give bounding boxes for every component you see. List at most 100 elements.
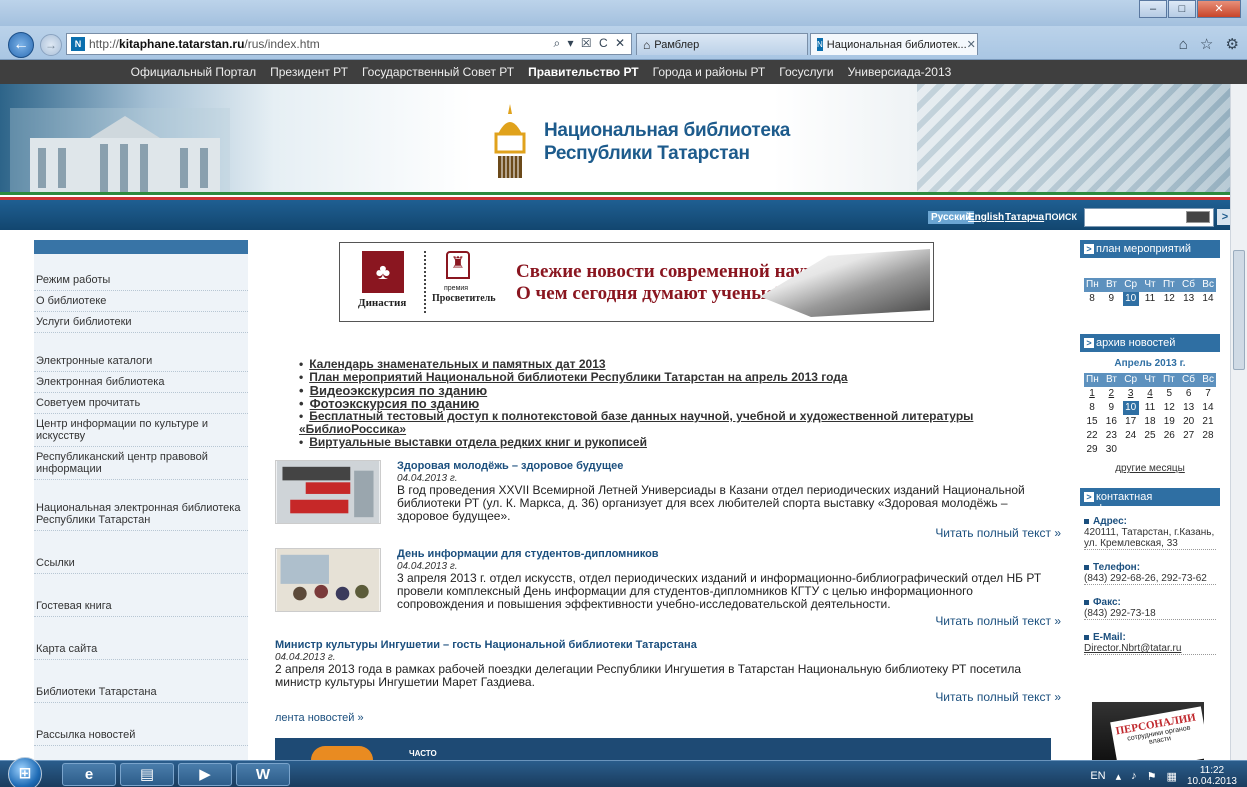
- sidebar-item-catalogs[interactable]: Электронные каталоги: [34, 351, 248, 372]
- promo-banner[interactable]: ♣ Династия ♜ премия Просветитель Свежие …: [339, 242, 934, 322]
- faq-banner[interactable]: ЧАСТО: [275, 738, 1051, 760]
- weekday-label: Пн: [1086, 279, 1099, 290]
- volume-icon[interactable]: ♪: [1131, 770, 1137, 782]
- sidebar-item-legal-center[interactable]: Республиканский центр правовой информаци…: [34, 447, 248, 480]
- sidebar-item-culture-center[interactable]: Центр информации по культуре и искусству: [34, 414, 248, 447]
- file-explorer-taskbar-icon[interactable]: ▤: [120, 763, 174, 786]
- forward-button[interactable]: →: [40, 34, 62, 56]
- link-virtual-exhibitions[interactable]: Виртуальные выставки отдела редких книг …: [299, 436, 1065, 449]
- personalities-banner[interactable]: ПЕРСОНАЛИИ сотрудники органов власти: [1092, 702, 1204, 760]
- back-button[interactable]: ←: [8, 32, 34, 58]
- news-feed-link[interactable]: лента новостей »: [275, 712, 364, 724]
- calendar-day[interactable]: 13: [1181, 292, 1197, 306]
- events-plan-header[interactable]: план мероприятий: [1080, 240, 1220, 258]
- tab-rambler[interactable]: ⌂ Рамблер: [636, 33, 808, 55]
- calendar-day[interactable]: 14: [1200, 292, 1216, 306]
- start-button[interactable]: ⊞: [8, 757, 42, 787]
- sidebar-item-about[interactable]: О библиотеке: [34, 291, 248, 312]
- action-center-icon[interactable]: ⚑: [1147, 770, 1157, 783]
- sidebar-item-guestbook[interactable]: Гостевая книга: [34, 596, 248, 617]
- nav-cities-districts[interactable]: Города и районы РТ: [646, 60, 773, 84]
- sidebar-item-services[interactable]: Услуги библиотеки: [34, 312, 248, 333]
- address-bar-tools[interactable]: ⌕ ▾ ☒ C ✕: [553, 36, 627, 51]
- nav-gosuslugi[interactable]: Госуслуги: [772, 60, 840, 84]
- news-text: В год проведения XXVII Всемирной Летней …: [397, 483, 1025, 523]
- nav-government[interactable]: Правительство РТ: [521, 60, 646, 84]
- email-link[interactable]: Director.Nbrt@tatar.ru: [1084, 643, 1216, 655]
- link-biblio-rossica[interactable]: Бесплатный тестовый доступ к полнотексто…: [299, 410, 1065, 436]
- contacts-header[interactable]: контактная информация: [1080, 488, 1220, 515]
- close-window-button[interactable]: ✕: [1197, 0, 1241, 18]
- read-more-link[interactable]: Читать полный текст »: [935, 690, 1061, 704]
- minimize-button[interactable]: –: [1139, 0, 1167, 18]
- sidebar-item-sitemap[interactable]: Карта сайта: [34, 639, 248, 660]
- contact-phone: Телефон: (843) 292-68-26, 292-73-62: [1084, 562, 1216, 585]
- calendar-day[interactable]: 11: [1142, 292, 1158, 306]
- lang-english[interactable]: English: [968, 212, 1004, 223]
- news-thumbnail[interactable]: [275, 548, 381, 612]
- calendar-day-selected[interactable]: 10: [1122, 292, 1139, 306]
- calendar-day[interactable]: 3: [1123, 387, 1139, 401]
- sidebar-item-recommend[interactable]: Советуем прочитать: [34, 393, 248, 414]
- weekday-label: Вс: [1202, 374, 1214, 385]
- sidebar-item-newsletter[interactable]: Рассылка новостей: [34, 725, 248, 746]
- sidebar-group: Карта сайта: [34, 639, 248, 660]
- email-label: E-Mail:: [1084, 632, 1216, 643]
- read-more-link[interactable]: Читать полный текст »: [935, 526, 1061, 540]
- address-bar[interactable]: N http://kitaphane.tatarstan.ru/rus/inde…: [66, 33, 632, 55]
- tray-arrow-icon[interactable]: ▴: [1116, 770, 1122, 783]
- scrollbar-thumb[interactable]: [1233, 250, 1245, 370]
- tab-national-library[interactable]: N Национальная библиотек... ✕: [810, 33, 978, 55]
- calendar-day[interactable]: 1: [1084, 387, 1100, 401]
- news-text: 2 апреля 2013 года в рамках рабочей поез…: [275, 662, 1022, 689]
- calendar-day-selected[interactable]: 10: [1122, 401, 1139, 415]
- library-logo[interactable]: Национальная библиотека Республики Татар…: [492, 104, 790, 180]
- maximize-button[interactable]: □: [1168, 0, 1196, 18]
- news-title[interactable]: Министр культуры Ингушетии – гость Нацио…: [275, 639, 1061, 652]
- calendar-day[interactable]: 2: [1103, 387, 1119, 401]
- window-controls: – □ ✕: [1138, 0, 1241, 18]
- weekday-row: Пн Вт Ср Чт Пт Сб Вс: [1084, 373, 1216, 387]
- nav-official-portal[interactable]: Официальный Портал: [124, 60, 263, 84]
- site-favicon-icon: N: [817, 38, 823, 51]
- lang-tatar[interactable]: Татарча: [1005, 212, 1044, 223]
- network-icon[interactable]: ▦: [1167, 770, 1177, 783]
- clock[interactable]: 11:22 10.04.2013: [1187, 765, 1237, 787]
- nav-state-council[interactable]: Государственный Совет РТ: [355, 60, 521, 84]
- calendar-day: 14: [1202, 402, 1214, 413]
- calendar-day[interactable]: 4: [1142, 387, 1158, 401]
- sidebar-item-national-e-library[interactable]: Национальная электронная библиотека Респ…: [34, 498, 248, 531]
- calendar-day[interactable]: 12: [1161, 292, 1177, 306]
- tab-close-icon[interactable]: ✕: [967, 38, 976, 51]
- calendar-day: 11: [1144, 402, 1156, 413]
- word-taskbar-icon[interactable]: W: [236, 763, 290, 786]
- internet-explorer-taskbar-icon[interactable]: e: [62, 763, 116, 786]
- nav-universiade[interactable]: Универсиада-2013: [841, 60, 959, 84]
- news-title[interactable]: Здоровая молодёжь – здоровое будущее: [397, 460, 1061, 473]
- other-months-link[interactable]: другие месяцы: [1084, 463, 1216, 474]
- sidebar-item-links[interactable]: Ссылки: [34, 553, 248, 574]
- input-language[interactable]: EN: [1090, 770, 1105, 782]
- page-scrollbar[interactable]: [1230, 84, 1247, 760]
- fax-value: (843) 292-73-18: [1084, 608, 1216, 620]
- sidebar-group: Режим работы О библиотеке Услуги библиот…: [34, 270, 248, 333]
- news-thumbnail[interactable]: [275, 460, 381, 524]
- calendar-day[interactable]: 8: [1084, 292, 1100, 306]
- sidebar-item-hours[interactable]: Режим работы: [34, 270, 248, 291]
- nav-president[interactable]: Президент РТ: [263, 60, 355, 84]
- sidebar-group: Ссылки: [34, 553, 248, 574]
- calendar-day: [1200, 443, 1216, 457]
- sidebar-item-tatarstan-libraries[interactable]: Библиотеки Татарстана: [34, 682, 248, 703]
- news-text: 3 апреля 2013 г. отдел искусств, отдел п…: [397, 571, 1042, 611]
- news-title[interactable]: День информации для студентов-дипломнико…: [397, 548, 1061, 561]
- sidebar-item-e-library[interactable]: Электронная библиотека: [34, 372, 248, 393]
- news-archive-header[interactable]: архив новостей: [1080, 334, 1220, 352]
- window-titlebar: – □ ✕: [0, 0, 1247, 26]
- browser-toolbar-icons[interactable]: ⌂ ☆ ⚙: [1179, 35, 1243, 53]
- calendar-day[interactable]: 9: [1103, 292, 1119, 306]
- media-player-taskbar-icon[interactable]: ▶: [178, 763, 232, 786]
- weekday-label: Чт: [1144, 279, 1156, 290]
- read-more-link[interactable]: Читать полный текст »: [935, 614, 1061, 628]
- library-title: Национальная библиотека Республики Татар…: [544, 119, 790, 165]
- keyboard-icon[interactable]: [1186, 211, 1210, 223]
